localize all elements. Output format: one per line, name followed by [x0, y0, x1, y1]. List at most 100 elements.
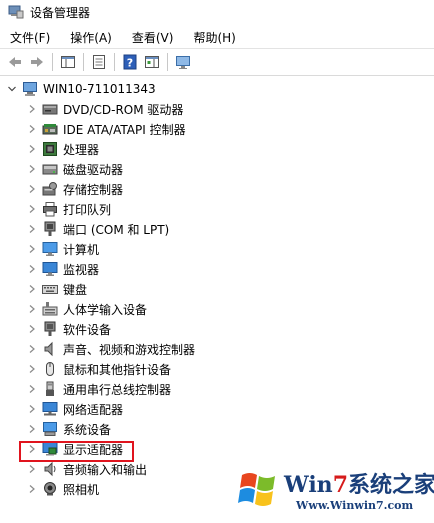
- toolbar-separator: [114, 53, 115, 71]
- storage-controller-icon: [42, 181, 58, 197]
- watermark-title-text: Win7系统之家: [284, 472, 434, 498]
- expand-arrow-icon[interactable]: [26, 419, 38, 439]
- tree-item-mouse[interactable]: 鼠标和其他指针设备: [0, 359, 434, 379]
- expand-arrow-icon[interactable]: [26, 259, 38, 279]
- tree-item-sound[interactable]: 声音、视频和游戏控制器: [0, 339, 434, 359]
- toolbar-separator: [83, 53, 84, 71]
- help-icon[interactable]: ?: [119, 51, 141, 73]
- expand-arrow-icon[interactable]: [26, 399, 38, 419]
- svg-text:?: ?: [127, 57, 133, 70]
- expand-arrow-icon[interactable]: [26, 479, 38, 499]
- watermark-title: Win7系统之家: [284, 467, 434, 499]
- software-device-icon: [42, 321, 58, 337]
- tree-item-label: DVD/CD-ROM 驱动器: [63, 102, 184, 117]
- expand-arrow-icon[interactable]: [26, 239, 38, 259]
- tree-item-port[interactable]: 端口 (COM 和 LPT): [0, 219, 434, 239]
- network-adapter-icon: [42, 401, 58, 417]
- hid-icon: [42, 301, 58, 317]
- properties-icon[interactable]: [88, 51, 110, 73]
- tree-item-label: IDE ATA/ATAPI 控制器: [63, 122, 186, 137]
- tree-item-storage[interactable]: 存储控制器: [0, 179, 434, 199]
- monitor-icon: [42, 261, 58, 277]
- tree-item-processor[interactable]: 处理器: [0, 139, 434, 159]
- tree-item-network[interactable]: 网络适配器: [0, 399, 434, 419]
- tree-item-label: 音频输入和输出: [63, 462, 148, 477]
- processor-icon: [42, 141, 58, 157]
- tree-item-software[interactable]: 软件设备: [0, 319, 434, 339]
- tree-root[interactable]: WIN10-711011343: [0, 79, 434, 99]
- expand-arrow-icon[interactable]: [26, 199, 38, 219]
- tree-item-label: 网络适配器: [63, 402, 124, 417]
- expand-arrow-icon[interactable]: [26, 99, 38, 119]
- tree-item-label: 端口 (COM 和 LPT): [63, 222, 170, 237]
- tree-item-label: 磁盘驱动器: [63, 162, 124, 177]
- printer-icon: [42, 201, 58, 217]
- tree-item-label: 键盘: [63, 282, 88, 297]
- expand-arrow-icon[interactable]: [26, 339, 38, 359]
- expand-arrow-icon[interactable]: [26, 459, 38, 479]
- tree-item-disk[interactable]: 磁盘驱动器: [0, 159, 434, 179]
- expand-arrow-icon[interactable]: [26, 179, 38, 199]
- expand-arrow-icon[interactable]: [26, 359, 38, 379]
- tree-item-label: 打印队列: [63, 202, 112, 217]
- tree-item-keyboard[interactable]: 键盘: [0, 279, 434, 299]
- tree-item-hid[interactable]: 人体学输入设备: [0, 299, 434, 319]
- title-bar: 设备管理器: [0, 0, 434, 24]
- tree-root-label: WIN10-711011343: [43, 82, 156, 96]
- computer-icon: [22, 81, 38, 97]
- menu-bar: 文件(F) 操作(A) 查看(V) 帮助(H): [0, 28, 434, 48]
- expand-arrow-icon[interactable]: [26, 219, 38, 239]
- watermark-seven: 7: [332, 472, 348, 498]
- menu-view[interactable]: 查看(V): [124, 28, 182, 48]
- tree-item-dvd[interactable]: DVD/CD-ROM 驱动器: [0, 99, 434, 119]
- menu-file[interactable]: 文件(F): [2, 28, 58, 48]
- tree-item-system[interactable]: 系统设备: [0, 419, 434, 439]
- windows-logo-icon: [238, 473, 275, 506]
- console-tree-icon[interactable]: [57, 51, 79, 73]
- tree-item-label: 计算机: [63, 242, 100, 257]
- tree-item-usb[interactable]: 通用串行总线控制器: [0, 379, 434, 399]
- expand-arrow-icon[interactable]: [26, 299, 38, 319]
- expand-arrow-icon[interactable]: [26, 319, 38, 339]
- toolbar-separator: [167, 53, 168, 71]
- port-icon: [42, 221, 58, 237]
- speaker-icon: [42, 341, 58, 357]
- tree-item-label: 处理器: [63, 142, 100, 157]
- expand-arrow-icon[interactable]: [26, 279, 38, 299]
- toolbar: ?: [0, 49, 434, 75]
- dvd-drive-icon: [42, 101, 58, 117]
- tree-item-label: 鼠标和其他指针设备: [63, 362, 172, 377]
- tree-item-label: 通用串行总线控制器: [63, 382, 172, 397]
- expand-arrow-icon[interactable]: [26, 379, 38, 399]
- expand-arrow-icon[interactable]: [26, 139, 38, 159]
- system-device-icon: [42, 421, 58, 437]
- tree-item-label: 软件设备: [63, 322, 112, 337]
- ide-controller-icon: [42, 121, 58, 137]
- tree-item-label: 声音、视频和游戏控制器: [63, 342, 196, 357]
- tree-item-label: 系统设备: [63, 422, 112, 437]
- tree-item-computer[interactable]: 计算机: [0, 239, 434, 259]
- back-arrow-icon[interactable]: [4, 51, 26, 73]
- audio-icon: [42, 461, 58, 477]
- action-pane-icon[interactable]: [141, 51, 163, 73]
- computer-monitor-icon: [42, 241, 58, 257]
- toolbar-separator: [52, 53, 53, 71]
- highlight-box: [19, 441, 134, 462]
- monitor-icon[interactable]: [172, 51, 194, 73]
- usb-icon: [42, 381, 58, 397]
- device-tree: WIN10-711011343 DVD/CD-ROM 驱动器 IDE ATA/A…: [0, 79, 434, 499]
- mouse-icon: [42, 361, 58, 377]
- watermark-logo: Win7系统之家 Www.Winwin7.com: [234, 461, 434, 521]
- window-title: 设备管理器: [30, 5, 91, 20]
- forward-arrow-icon[interactable]: [26, 51, 48, 73]
- expand-arrow-icon[interactable]: [26, 159, 38, 179]
- expand-arrow-icon[interactable]: [26, 119, 38, 139]
- tree-item-ide[interactable]: IDE ATA/ATAPI 控制器: [0, 119, 434, 139]
- camera-icon: [42, 481, 58, 497]
- menu-help[interactable]: 帮助(H): [185, 28, 243, 48]
- collapse-arrow-icon[interactable]: [6, 79, 18, 99]
- tree-item-label: 监视器: [63, 262, 100, 277]
- tree-item-monitor[interactable]: 监视器: [0, 259, 434, 279]
- menu-action[interactable]: 操作(A): [62, 28, 120, 48]
- tree-item-printer[interactable]: 打印队列: [0, 199, 434, 219]
